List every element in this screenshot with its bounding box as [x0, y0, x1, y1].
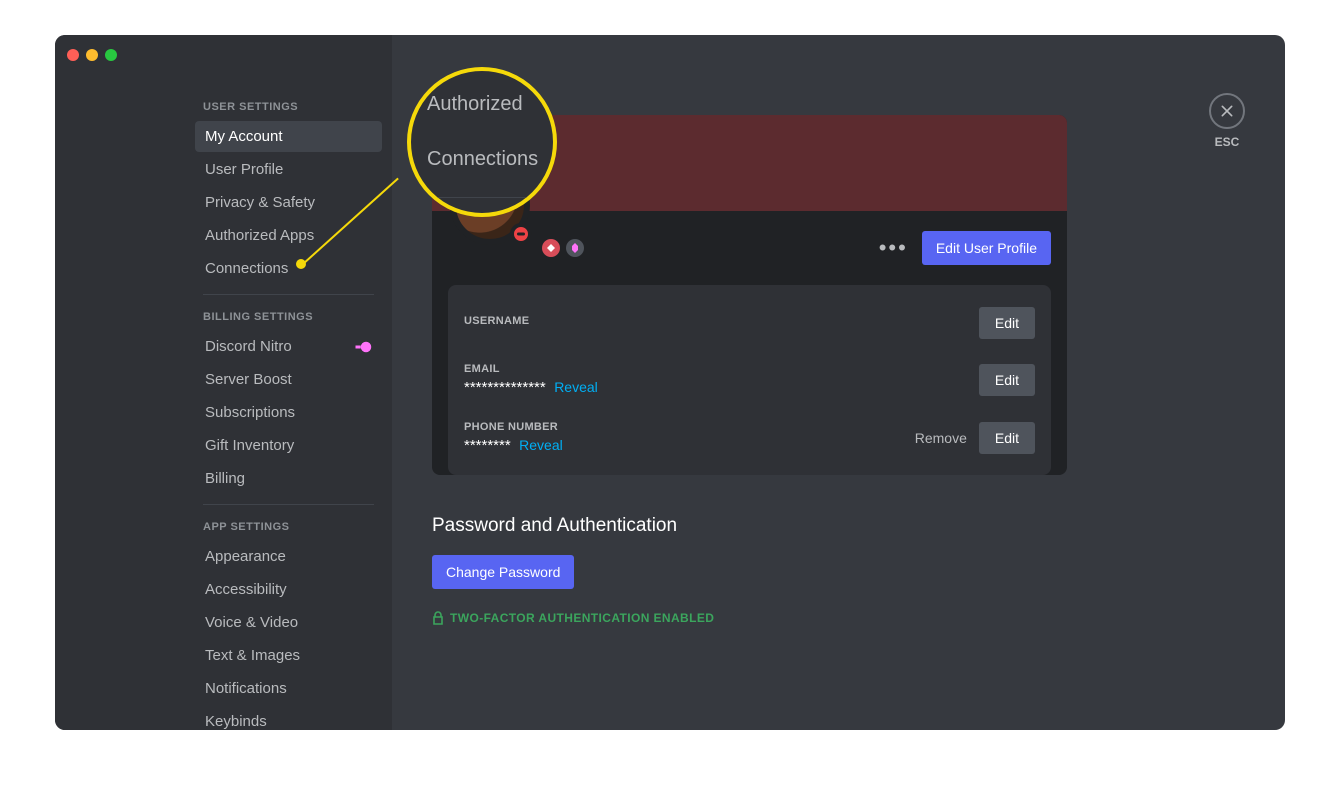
change-password-button[interactable]: Change Password	[432, 555, 574, 589]
email-value: **************	[464, 379, 546, 396]
boost-badge-icon	[566, 239, 584, 257]
sidebar-section-user: USER SETTINGS	[195, 95, 382, 119]
sidebar-item-billing[interactable]: Billing	[195, 463, 382, 494]
reveal-phone-link[interactable]: Reveal	[519, 437, 563, 453]
sidebar-item-label: Authorized Apps	[205, 227, 314, 244]
account-info-block: USERNAME Edit EMAIL ************** Revea…	[448, 285, 1051, 475]
field-row-username: USERNAME Edit	[464, 301, 1035, 357]
settings-window: USER SETTINGS My Account User Profile Pr…	[55, 35, 1285, 730]
sidebar-item-label: Notifications	[205, 680, 287, 697]
close-settings-button[interactable]: ESC	[1209, 93, 1245, 149]
two-factor-status: TWO-FACTOR AUTHENTICATION ENABLED	[432, 611, 1245, 625]
sidebar-item-my-account[interactable]: My Account	[195, 121, 382, 152]
close-icon	[1209, 93, 1245, 129]
sidebar-item-voice-video[interactable]: Voice & Video	[195, 607, 382, 638]
sidebar-item-label: Gift Inventory	[205, 437, 294, 454]
window-minimize-dot[interactable]	[86, 49, 98, 61]
nitro-icon	[354, 341, 372, 353]
callout-divider	[425, 197, 539, 198]
sidebar-item-label: Privacy & Safety	[205, 194, 315, 211]
window-zoom-dot[interactable]	[105, 49, 117, 61]
sidebar-item-nitro[interactable]: Discord Nitro	[195, 331, 382, 362]
edit-email-button[interactable]: Edit	[979, 364, 1035, 396]
sidebar-item-server-boost[interactable]: Server Boost	[195, 364, 382, 395]
phone-value: ********	[464, 437, 511, 454]
sidebar-section-billing: BILLING SETTINGS	[195, 305, 382, 329]
sidebar-item-label: My Account	[205, 128, 283, 145]
sidebar-divider	[203, 294, 374, 295]
sidebar-item-label: Connections	[205, 260, 288, 277]
password-section-title: Password and Authentication	[432, 515, 1245, 537]
edit-username-button[interactable]: Edit	[979, 307, 1035, 339]
callout-source-dot	[296, 259, 306, 269]
phone-label: PHONE NUMBER	[464, 421, 563, 433]
callout-magnifier: Authorized Connections	[407, 67, 557, 217]
profile-card-header: ••• Edit User Profile	[432, 211, 1067, 285]
sidebar-item-label: Discord Nitro	[205, 338, 292, 355]
sidebar-section-app: APP SETTINGS	[195, 515, 382, 539]
sidebar-item-connections[interactable]: Connections	[195, 253, 382, 284]
esc-label: ESC	[1215, 135, 1240, 149]
field-row-phone: PHONE NUMBER ******** Reveal Remove Edit	[464, 415, 1035, 459]
two-factor-label: TWO-FACTOR AUTHENTICATION ENABLED	[450, 611, 714, 625]
settings-sidebar: USER SETTINGS My Account User Profile Pr…	[55, 35, 392, 730]
remove-phone-link[interactable]: Remove	[915, 430, 967, 446]
sidebar-divider	[203, 504, 374, 505]
sidebar-item-keybinds[interactable]: Keybinds	[195, 706, 382, 730]
edit-user-profile-button[interactable]: Edit User Profile	[922, 231, 1051, 265]
sidebar-item-label: Accessibility	[205, 581, 287, 598]
sidebar-item-label: User Profile	[205, 161, 283, 178]
sidebar-item-authorized-apps[interactable]: Authorized Apps	[195, 220, 382, 251]
username-label: USERNAME	[464, 315, 529, 327]
email-label: EMAIL	[464, 363, 598, 375]
sidebar-item-user-profile[interactable]: User Profile	[195, 154, 382, 185]
hypesquad-badge-icon	[542, 239, 560, 257]
sidebar-item-label: Keybinds	[205, 713, 267, 730]
window-close-dot[interactable]	[67, 49, 79, 61]
edit-phone-button[interactable]: Edit	[979, 422, 1035, 454]
sidebar-item-label: Server Boost	[205, 371, 292, 388]
sidebar-item-label: Billing	[205, 470, 245, 487]
window-controls	[67, 49, 117, 61]
field-row-email: EMAIL ************** Reveal Edit	[464, 357, 1035, 415]
sidebar-item-label: Voice & Video	[205, 614, 298, 631]
lock-icon	[432, 611, 444, 625]
more-options-button[interactable]: •••	[879, 237, 908, 259]
sidebar-item-notifications[interactable]: Notifications	[195, 673, 382, 704]
callout-text-top: Authorized	[411, 87, 553, 122]
profile-badges	[542, 239, 584, 257]
sidebar-item-appearance[interactable]: Appearance	[195, 541, 382, 572]
sidebar-item-text-images[interactable]: Text & Images	[195, 640, 382, 671]
sidebar-item-accessibility[interactable]: Accessibility	[195, 574, 382, 605]
sidebar-item-label: Text & Images	[205, 647, 300, 664]
reveal-email-link[interactable]: Reveal	[554, 379, 598, 395]
status-dnd-icon	[510, 223, 532, 245]
sidebar-item-label: Appearance	[205, 548, 286, 565]
sidebar-item-privacy[interactable]: Privacy & Safety	[195, 187, 382, 218]
sidebar-item-gift-inventory[interactable]: Gift Inventory	[195, 430, 382, 461]
sidebar-item-label: Subscriptions	[205, 404, 295, 421]
sidebar-item-subscriptions[interactable]: Subscriptions	[195, 397, 382, 428]
callout-text-bottom: Connections	[411, 142, 553, 177]
